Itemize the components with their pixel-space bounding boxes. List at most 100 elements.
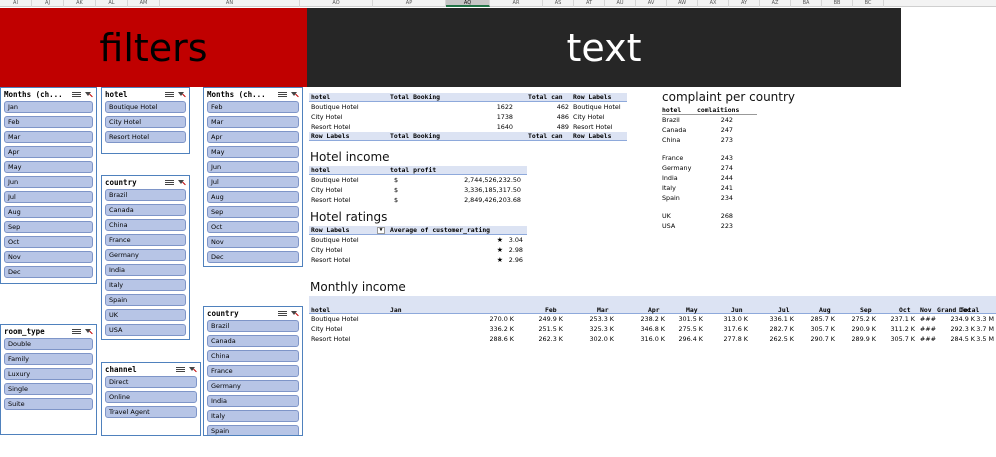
column-header-as[interactable]: AS — [543, 0, 574, 7]
column-header-ao[interactable]: AO — [300, 0, 373, 7]
column-header-aq[interactable]: AQ — [446, 0, 490, 7]
slicer-item[interactable]: Jul — [4, 191, 93, 203]
slicer-item[interactable]: India — [105, 264, 186, 276]
slicer-item[interactable]: Double — [4, 338, 93, 350]
slicer-item[interactable]: Dec — [207, 251, 299, 263]
column-header-az[interactable]: AZ — [760, 0, 791, 7]
slicer-item[interactable]: France — [207, 365, 299, 377]
slicer-item[interactable]: Oct — [207, 221, 299, 233]
slicer-item[interactable]: Brazil — [105, 189, 186, 201]
slicer-item[interactable]: Jul — [207, 176, 299, 188]
slicer-header: room_type — [1, 325, 96, 338]
slicer-item[interactable]: Aug — [207, 191, 299, 203]
slicer-item[interactable]: China — [207, 350, 299, 362]
multi-select-icon[interactable] — [72, 328, 81, 336]
slicer-item[interactable]: Apr — [4, 146, 93, 158]
column-header-ar[interactable]: AR — [490, 0, 543, 7]
slicer-item[interactable]: Online — [105, 391, 197, 403]
slicer-item[interactable]: Single — [4, 383, 93, 395]
clear-filter-icon[interactable] — [177, 179, 186, 187]
pivot-footer-row: Row Labels Total Booking Total can Row Labe… — [309, 132, 627, 141]
clear-filter-icon[interactable] — [188, 366, 197, 374]
pivot-row: Canada 247 — [662, 125, 757, 135]
slicer-item[interactable]: Nov — [4, 251, 93, 263]
column-header-au[interactable]: AU — [605, 0, 636, 7]
column-header-ap[interactable]: AP — [373, 0, 446, 7]
clear-filter-icon[interactable] — [290, 91, 299, 99]
slicer-item[interactable]: India — [207, 395, 299, 407]
slicer-hotel[interactable]: hotel Boutique Hotel City Hotel Resort Hote… — [101, 87, 190, 154]
clear-filter-icon[interactable] — [290, 310, 299, 318]
slicer-item[interactable]: Direct — [105, 376, 197, 388]
slicer-item[interactable]: Spain — [207, 425, 299, 435]
column-header-ai[interactable]: AI — [0, 0, 32, 7]
slicer-item[interactable]: Travel Agent — [105, 406, 197, 418]
slicer-item[interactable]: May — [4, 161, 93, 173]
slicer-item[interactable]: Brazil — [207, 320, 299, 332]
slicer-channel[interactable]: channel Direct Online Travel Agent — [101, 362, 201, 436]
column-header-an[interactable]: AN — [160, 0, 300, 7]
slicer-item[interactable]: USA — [105, 324, 186, 336]
column-header-bc[interactable]: BC — [853, 0, 884, 7]
column-header-am[interactable]: AM — [128, 0, 160, 7]
slicer-item[interactable]: Dec — [4, 266, 93, 278]
slicer-item[interactable]: Canada — [207, 335, 299, 347]
slicer-item[interactable]: Germany — [207, 380, 299, 392]
slicer-item[interactable]: Italy — [207, 410, 299, 422]
slicer-item[interactable]: Aug — [4, 206, 93, 218]
column-header-ay[interactable]: AY — [729, 0, 760, 7]
multi-select-icon[interactable] — [278, 310, 287, 318]
slicer-item[interactable]: Feb — [4, 116, 93, 128]
multi-select-icon[interactable] — [165, 91, 174, 99]
slicer-item[interactable]: Jan — [4, 101, 93, 113]
month-value-cell: 290.9 K — [851, 325, 876, 333]
slicer-item[interactable]: Italy — [105, 279, 186, 291]
slicer-country-2[interactable]: country Brazil Canada China France Germany Ind… — [203, 306, 303, 436]
slicer-item[interactable]: UK — [105, 309, 186, 321]
column-header-al[interactable]: AL — [96, 0, 128, 7]
column-header-ba[interactable]: BA — [791, 0, 822, 7]
slicer-item[interactable]: May — [207, 146, 299, 158]
slicer-item[interactable]: Oct — [4, 236, 93, 248]
column-header-aj[interactable]: AJ — [32, 0, 64, 7]
multi-select-icon[interactable] — [72, 91, 81, 99]
slicer-item[interactable]: Spain — [105, 294, 186, 306]
slicer-item[interactable]: Canada — [105, 204, 186, 216]
slicer-item[interactable]: Boutique Hotel — [105, 101, 186, 113]
slicer-country[interactable]: country Brazil Canada China France Germany Ind… — [101, 175, 190, 340]
slicer-item[interactable]: Luxury — [4, 368, 93, 380]
column-header-at[interactable]: AT — [574, 0, 605, 7]
slicer-item[interactable]: Family — [4, 353, 93, 365]
slicer-item[interactable]: Resort Hotel — [105, 131, 186, 143]
slicer-item[interactable]: Germany — [105, 249, 186, 261]
slicer-item[interactable]: Suite — [4, 398, 93, 410]
slicer-room-type[interactable]: room_type Double Family Luxury Single Suite — [0, 324, 97, 435]
column-header-aw[interactable]: AW — [667, 0, 698, 7]
slicer-months-2[interactable]: Months (ch... Feb Mar Apr May Jun Jul Aug Sep Oct… — [203, 87, 303, 267]
column-header-ax[interactable]: AX — [698, 0, 729, 7]
slicer-item[interactable]: Sep — [207, 206, 299, 218]
clear-filter-icon[interactable] — [84, 91, 93, 99]
slicer-item[interactable]: Apr — [207, 131, 299, 143]
filter-dropdown-icon[interactable]: ▼ — [377, 227, 385, 234]
slicer-item[interactable]: Jun — [207, 161, 299, 173]
column-header-ak[interactable]: AK — [64, 0, 96, 7]
slicer-item[interactable]: Sep — [4, 221, 93, 233]
slicer-item[interactable]: Jun — [4, 176, 93, 188]
country-cell: India — [662, 174, 678, 182]
slicer-item[interactable]: Mar — [207, 116, 299, 128]
slicer-item[interactable]: Feb — [207, 101, 299, 113]
multi-select-icon[interactable] — [176, 366, 185, 374]
column-header-bb[interactable]: BB — [822, 0, 853, 7]
multi-select-icon[interactable] — [165, 179, 174, 187]
slicer-months[interactable]: Months (ch... Jan Feb Mar Apr May Jun Jul Aug Sep… — [0, 87, 97, 284]
clear-filter-icon[interactable] — [84, 328, 93, 336]
clear-filter-icon[interactable] — [177, 91, 186, 99]
slicer-item[interactable]: China — [105, 219, 186, 231]
slicer-item[interactable]: Nov — [207, 236, 299, 248]
column-header-av[interactable]: AV — [636, 0, 667, 7]
slicer-item[interactable]: City Hotel — [105, 116, 186, 128]
slicer-item[interactable]: France — [105, 234, 186, 246]
slicer-item[interactable]: Mar — [4, 131, 93, 143]
multi-select-icon[interactable] — [278, 91, 287, 99]
